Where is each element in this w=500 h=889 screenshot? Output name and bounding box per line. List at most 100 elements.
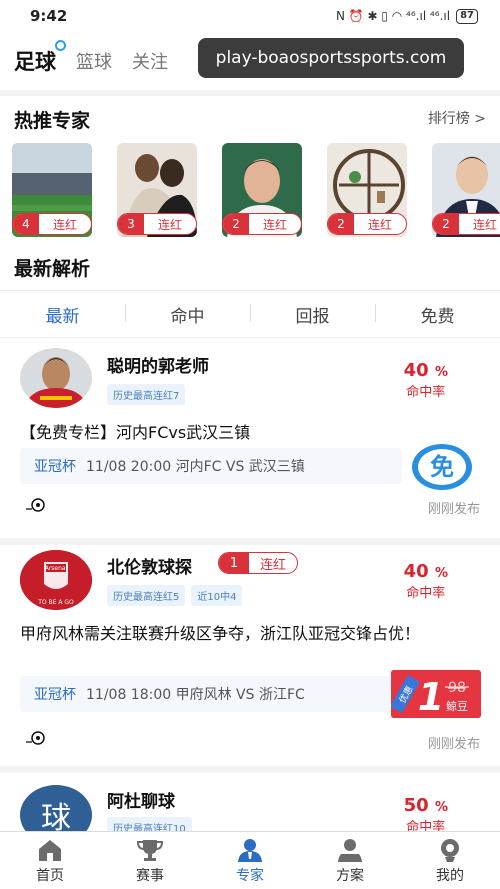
hit-rate-value: 40	[403, 561, 429, 582]
hit-rate: 50 % 命中率	[404, 795, 448, 831]
streak-label: 连红	[157, 217, 182, 232]
nav-experts-label: 专家	[236, 867, 264, 884]
tab-basketball[interactable]: 篮球	[76, 48, 112, 74]
avatar: 球	[20, 785, 92, 831]
hot-experts-title: 热推专家	[14, 110, 91, 132]
streak-count: 2	[223, 214, 249, 234]
expert-icon	[238, 838, 262, 862]
nav-profile[interactable]: 我的	[400, 832, 500, 889]
nav-plans[interactable]: 方案	[300, 832, 400, 889]
expert-card[interactable]: 3 连红	[117, 143, 197, 237]
price-button[interactable]: 优惠 1 98 鲸豆	[391, 670, 481, 718]
analysis-card[interactable]: 球 阿杜聊球 历史最高连红10 50 % 命中率	[0, 773, 500, 831]
hit-rate-unit: %	[434, 566, 448, 581]
tab-follow[interactable]: 关注	[132, 48, 168, 74]
streak-badge: 3 连红	[117, 213, 197, 235]
streak-label: 连红	[52, 217, 77, 232]
avatar	[20, 348, 92, 408]
home-icon	[39, 839, 61, 861]
match-detail: 11/08 20:00 河内FC VS 武汉三镇	[86, 459, 305, 475]
price-unit: 鲸豆	[446, 699, 468, 713]
tab-football[interactable]: 足球	[14, 40, 66, 76]
nav-home[interactable]: 首页	[0, 832, 100, 889]
price-new: 1	[418, 675, 444, 718]
football-icon	[26, 731, 45, 745]
tag-best-streak: 历史最高连红10	[107, 817, 192, 831]
tag-best-streak: 历史最高连红7	[107, 384, 186, 405]
free-badge-icon: 免	[412, 444, 472, 490]
streak-badge: 4 连红	[12, 213, 92, 235]
expert-name: 阿杜聊球	[107, 792, 175, 812]
match-info: 亚冠杯 11/08 18:00 甲府风林 VS 浙江FC	[20, 676, 390, 712]
avatar-slogan-text: TO BE A GO	[37, 599, 74, 606]
section-divider	[0, 90, 500, 96]
league-name: 亚冠杯	[34, 687, 76, 703]
nav-home-label: 首页	[36, 867, 64, 884]
filter-free[interactable]: 免费	[375, 302, 500, 327]
analysis-card[interactable]: Arsenal TO BE A GO 北伦敦球探 1 连红 历史最高连红5 近1…	[0, 545, 500, 765]
ranking-link[interactable]: 排行榜 >	[428, 108, 486, 128]
publish-time: 刚刚发布	[427, 502, 480, 517]
streak-badge: 2 连红	[222, 213, 302, 235]
bottom-nav: 首页 赛事 专家 方案 我的	[0, 831, 500, 889]
free-badge-text: 免	[430, 453, 454, 481]
filter-latest[interactable]: 最新	[0, 302, 125, 327]
filter-hit[interactable]: 命中	[125, 302, 250, 327]
streak-count: 2	[328, 214, 354, 234]
streak-count: 2	[433, 214, 459, 234]
avatar-player-photo	[20, 348, 92, 408]
plan-icon	[338, 838, 362, 862]
tag-recent-record: 近10中4	[191, 585, 243, 606]
streak-count: 4	[13, 214, 39, 234]
hit-rate-caption: 命中率	[406, 385, 446, 400]
expert-card[interactable]: 2 连红	[222, 143, 302, 237]
streak-count: 1	[219, 553, 249, 573]
hit-rate-unit: %	[434, 800, 448, 815]
hot-experts-list: 4 连红 3 连红 2 连红 2 连红 2 连红	[12, 143, 500, 239]
nav-experts[interactable]: 专家	[200, 832, 300, 889]
status-time: 9:42	[30, 7, 68, 25]
expert-card[interactable]: 2 连红	[327, 143, 407, 237]
football-icon	[26, 498, 45, 512]
streak-count: 3	[118, 214, 144, 234]
filter-return[interactable]: 回报	[250, 302, 375, 327]
expert-card[interactable]: 4 连红	[12, 143, 92, 237]
analysis-title[interactable]: 甲府风林需关注联赛升级区争夺，浙江队亚冠交锋占优！	[20, 621, 482, 646]
price-graphic: 优惠 1 98 鲸豆	[391, 670, 481, 718]
card-divider	[0, 538, 500, 545]
streak-badge: 2 连红	[432, 213, 500, 235]
filter-tabs: 最新 命中 回报 免费	[0, 290, 500, 338]
expert-tags: 历史最高连红10	[107, 817, 192, 831]
expert-name: 聪明的郭老师	[107, 357, 209, 377]
hit-rate-value: 40	[403, 360, 429, 381]
tag-best-streak: 历史最高连红5	[107, 585, 186, 606]
price-old: 98	[448, 680, 466, 696]
avatar-arsenal-logo: Arsenal TO BE A GO	[20, 550, 92, 610]
nav-plans-label: 方案	[336, 867, 364, 884]
nav-profile-label: 我的	[436, 867, 464, 884]
league-name: 亚冠杯	[34, 459, 76, 475]
streak-label: 连红	[262, 217, 287, 232]
tab-football-label: 足球	[14, 50, 56, 74]
hit-rate-unit: %	[434, 365, 448, 380]
hit-rate: 40 % 命中率	[404, 561, 448, 601]
active-dot-icon	[55, 40, 66, 51]
card-divider	[0, 766, 500, 773]
nav-matches[interactable]: 赛事	[100, 832, 200, 889]
avatar-text: 球	[41, 801, 71, 831]
url-overlay: play-boaosportssports.com	[198, 38, 464, 78]
expert-card[interactable]: 2 连红	[432, 143, 500, 237]
hit-rate: 40 % 命中率	[404, 360, 448, 400]
status-icons: N ⏰ ✱ ▯ ◠ ⁴⁶.ıl ⁴⁶.ıl 87	[335, 8, 478, 24]
streak-badge: 1 连红	[218, 552, 298, 574]
analysis-card[interactable]: 聪明的郭老师 历史最高连红7 40 % 命中率 【免费专栏】河内FCvs武汉三镇…	[0, 338, 500, 538]
publish-time: 刚刚发布	[427, 737, 480, 752]
match-detail: 11/08 18:00 甲府风林 VS 浙江FC	[86, 687, 305, 703]
nav-matches-label: 赛事	[136, 867, 164, 884]
streak-label: 连红	[259, 557, 286, 573]
hit-rate-caption: 命中率	[406, 586, 446, 601]
streak-label: 连红	[472, 217, 497, 232]
profile-icon	[441, 838, 459, 862]
avatar-logo-text: Arsenal	[45, 565, 68, 572]
status-indicator-icons: N ⏰ ✱ ▯ ◠ ⁴⁶.ıl ⁴⁶.ıl	[335, 9, 451, 23]
